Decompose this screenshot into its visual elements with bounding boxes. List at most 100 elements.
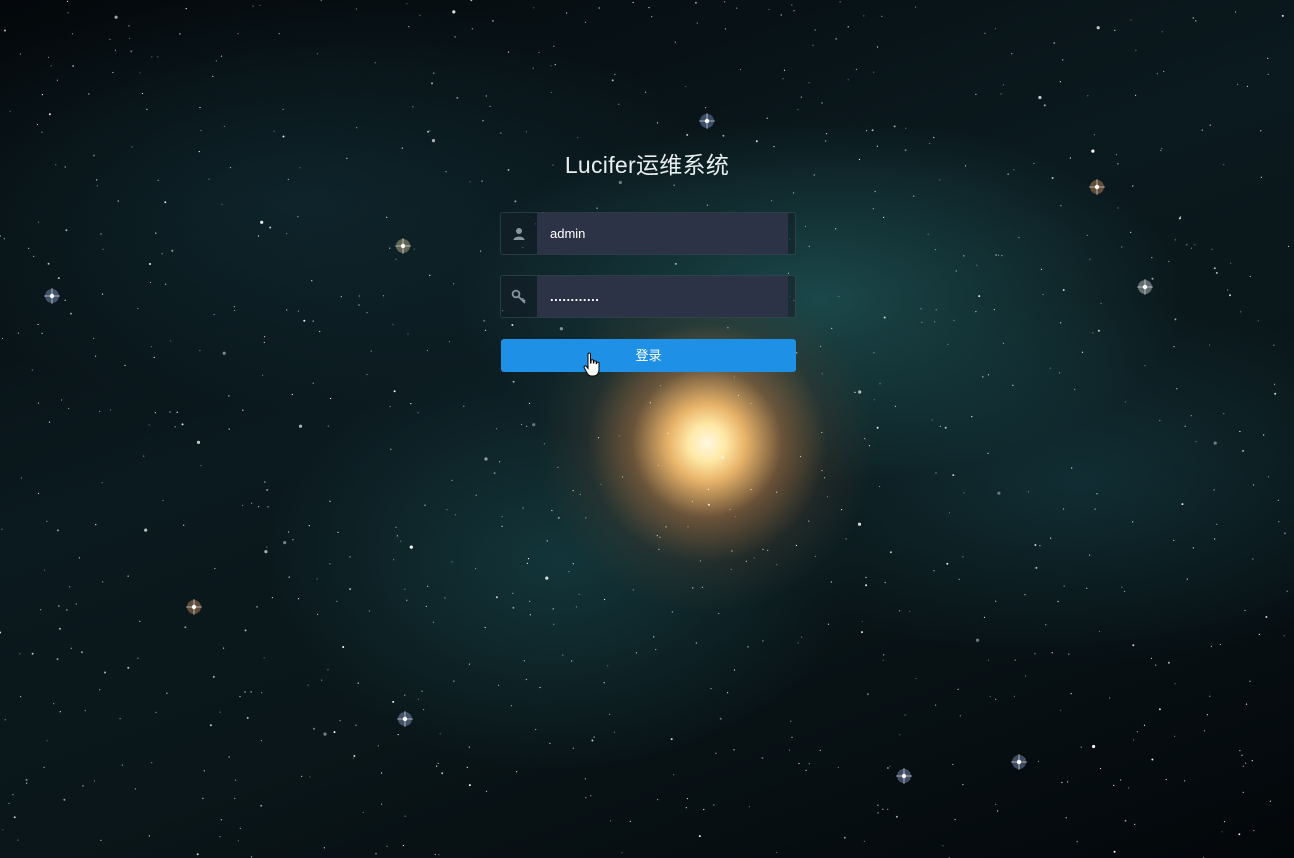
star: [64, 299, 66, 301]
star: [47, 56, 50, 59]
star: [404, 815, 406, 817]
star: [821, 102, 823, 104]
star: [99, 689, 101, 691]
star: [1174, 239, 1176, 241]
star: [1114, 29, 1116, 31]
star: [101, 293, 104, 295]
star: [1086, 587, 1088, 589]
star: [959, 715, 961, 717]
star: [887, 808, 889, 811]
star: [546, 540, 548, 542]
password-input[interactable]: [537, 276, 788, 317]
login-button[interactable]: 登录: [501, 339, 796, 372]
star: [1100, 302, 1102, 304]
star: [1098, 630, 1100, 633]
star: [501, 525, 503, 527]
star: [653, 636, 655, 638]
star: [1242, 791, 1244, 794]
star: [797, 642, 799, 644]
star: [987, 374, 990, 376]
star: [260, 220, 264, 224]
star: [879, 485, 881, 488]
star: [1128, 787, 1130, 789]
star: [1180, 216, 1182, 218]
star: [1245, 762, 1247, 764]
star: [170, 340, 172, 342]
star: [102, 248, 104, 250]
star: [621, 476, 624, 478]
star: [198, 151, 200, 153]
star: [1194, 244, 1196, 246]
star: [330, 397, 332, 400]
star: [761, 757, 764, 759]
star: [286, 233, 288, 235]
star: [768, 8, 770, 11]
star: [539, 686, 541, 689]
star: [358, 295, 360, 297]
star: [469, 181, 471, 183]
star: [222, 647, 225, 649]
username-input[interactable]: [537, 213, 788, 254]
star: [1070, 693, 1072, 695]
star: [997, 254, 1000, 256]
star: [412, 106, 414, 108]
star: [421, 690, 423, 692]
star: [1034, 544, 1037, 546]
star: [920, 308, 922, 310]
star: [393, 390, 396, 393]
star: [337, 531, 339, 534]
star: [1238, 833, 1241, 836]
star: [441, 772, 444, 775]
star: [1239, 750, 1241, 752]
star: [790, 720, 792, 722]
star: [1113, 784, 1115, 787]
star: [256, 606, 258, 608]
star: [557, 466, 559, 468]
star: [820, 345, 822, 347]
star: [755, 140, 758, 143]
star: [976, 638, 980, 642]
star: [510, 705, 512, 707]
star: [707, 488, 709, 490]
star: [729, 508, 731, 511]
star: [297, 598, 300, 600]
star: [143, 455, 145, 457]
star: [532, 423, 536, 427]
star: [989, 695, 991, 698]
star: [963, 255, 965, 257]
star: [1081, 351, 1084, 353]
star: [686, 133, 689, 136]
star: [657, 799, 659, 801]
hand-cursor-icon: [583, 352, 600, 377]
star: [1013, 695, 1016, 698]
star: [808, 245, 810, 247]
star: [200, 465, 202, 467]
star: [409, 545, 413, 549]
star: [28, 247, 30, 249]
star: [258, 506, 260, 508]
star: [392, 700, 395, 703]
star: [987, 659, 990, 661]
star: [2, 829, 4, 831]
star: [264, 336, 266, 338]
star: [327, 425, 329, 427]
star: [1156, 73, 1158, 75]
star: [1209, 344, 1211, 346]
star: [396, 535, 398, 537]
bright-star: [186, 599, 202, 615]
star: [944, 426, 947, 429]
star: [1278, 521, 1280, 523]
star: [1242, 449, 1245, 452]
star: [593, 736, 595, 738]
star: [1038, 95, 1042, 100]
star: [705, 107, 707, 109]
star: [1241, 754, 1243, 756]
star: [36, 123, 39, 126]
star: [747, 646, 749, 648]
star: [538, 51, 540, 54]
star: [750, 402, 752, 405]
star: [584, 778, 587, 780]
star: [1132, 521, 1134, 523]
star: [353, 755, 356, 757]
star: [47, 262, 50, 265]
